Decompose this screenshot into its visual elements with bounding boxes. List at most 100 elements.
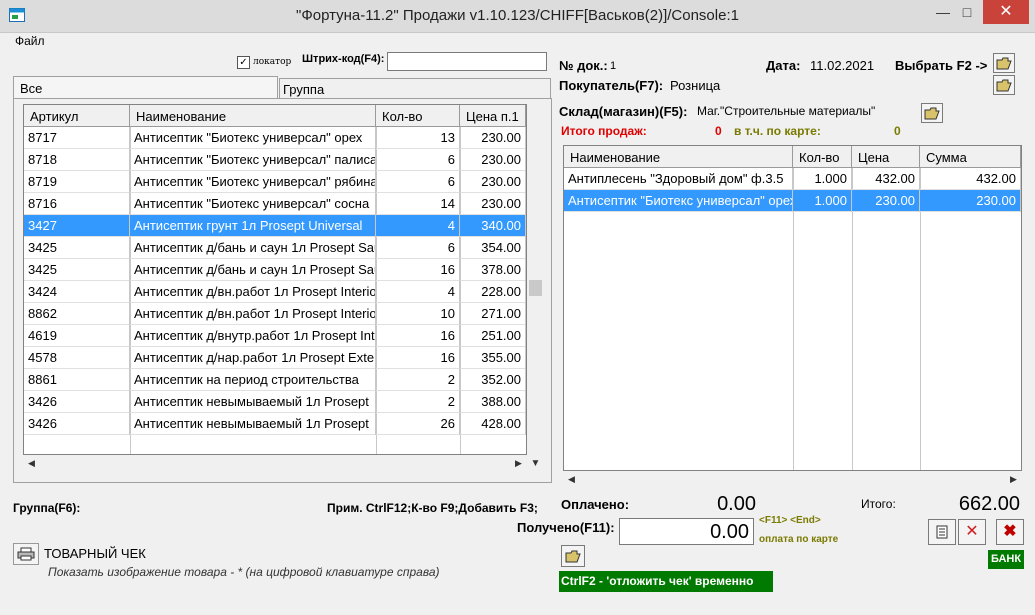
scroll-left-arrow-icon[interactable]: ◀ [563, 471, 580, 488]
table-cell: 388.00 [460, 391, 526, 413]
doc-number-value: 1 [610, 60, 617, 72]
received-label: Получено(F11): [517, 520, 615, 535]
table-cell: 16 [376, 259, 460, 281]
column-header[interactable]: Кол-во [793, 146, 852, 168]
deferred-folder-button[interactable] [561, 545, 585, 567]
table-cell: 271.00 [460, 303, 526, 325]
table-row[interactable]: 3425 Антисептик д/бань и саун 1л Prosept … [24, 237, 526, 259]
column-header[interactable]: Наименование [130, 105, 376, 127]
table-row[interactable]: 3425 Антисептик д/бань и саун 1л Prosept … [24, 259, 526, 281]
column-header[interactable]: Цена [852, 146, 920, 168]
table-cell: 8716 [24, 193, 130, 215]
window-title: "Фортуна-11.2" Продажи v1.10.123/CHIFF[В… [296, 7, 739, 24]
table-cell: 4578 [24, 347, 130, 369]
table-cell: 8718 [24, 149, 130, 171]
barcode-input[interactable] [387, 52, 547, 71]
scroll-left-arrow-icon[interactable]: ◀ [23, 455, 40, 472]
table-cell: Антисептик д/бань и саун 1л Prosept Saun… [130, 259, 376, 281]
table-row[interactable]: 3427 Антисептик грунт 1л Prosept Universa… [24, 215, 526, 237]
table-cell: 6 [376, 149, 460, 171]
table-row[interactable]: 8718 Антисептик "Биотекс универсал" палис… [24, 149, 526, 171]
maximize-button[interactable]: □ [950, 0, 984, 24]
table-cell: 1.000 [793, 168, 852, 190]
table-cell: Антисептик д/бань и саун 1л Prosept Saun… [130, 237, 376, 259]
receipt-table[interactable]: Наименование Кол-во Цена Сумма Антиплесень "… [563, 145, 1022, 471]
menu-file[interactable]: Файл [15, 34, 45, 48]
column-header[interactable]: Кол-во [376, 105, 460, 127]
locator-checkbox[interactable]: ✓ [237, 56, 250, 69]
table-row[interactable]: 8862 Антисептик д/вн.работ 1л Prosept Int… [24, 303, 526, 325]
locator-label: локатор [253, 57, 292, 67]
table-cell: 14 [376, 193, 460, 215]
products-table[interactable]: Артикул Наименование Кол-во Цена п.1 8717 Ант… [23, 104, 527, 455]
column-header[interactable]: Артикул [24, 105, 130, 127]
table-cell: 3424 [24, 281, 130, 303]
scroll-down-arrow-icon[interactable]: ▼ [527, 455, 544, 472]
barcode-label: Штрих-код(F4): [302, 53, 385, 65]
table-cell: 340.00 [460, 215, 526, 237]
table-cell: 6 [376, 237, 460, 259]
table-row[interactable]: 3426 Антисептик невымываемый 1л Prosept 2 3… [24, 391, 526, 413]
table-cell: 251.00 [460, 325, 526, 347]
scroll-right-arrow-icon[interactable]: ▶ [1005, 471, 1022, 488]
tab-all[interactable]: Все [13, 76, 278, 98]
table-row[interactable]: 8861 Антисептик на период строительства 2 3… [24, 369, 526, 391]
close-button[interactable]: ✕ [983, 0, 1029, 24]
table-row[interactable]: 4578 Антисептик д/нар.работ 1л Prosept Ex… [24, 347, 526, 369]
table-row[interactable]: 8717 Антисептик "Биотекс универсал" орех 1… [24, 127, 526, 149]
table-cell: 1.000 [793, 190, 852, 212]
choose-folder-button[interactable] [993, 53, 1015, 73]
table-row[interactable]: Антисептик "Биотекс универсал" орех 1.000… [564, 190, 1021, 212]
table-cell: Антисептик грунт 1л Prosept Universal [130, 215, 376, 237]
table-cell: Антисептик д/вн.работ 1л Prosept Interio… [130, 281, 376, 303]
column-header[interactable]: Сумма [920, 146, 1021, 168]
receipt-horizontal-scrollbar[interactable]: ◀ ▶ [563, 471, 1022, 488]
table-cell: Антисептик "Биотекс универсал" орех [130, 127, 376, 149]
table-cell: Антисептик "Биотекс универсал" сосна [130, 193, 376, 215]
open-folder-icon [996, 79, 1012, 92]
table-row[interactable]: 8719 Антисептик "Биотекс универсал" рябин… [24, 171, 526, 193]
table-cell: 378.00 [460, 259, 526, 281]
tab-group[interactable]: Группа [279, 78, 551, 99]
cancel-item-button[interactable]: ✕ [958, 519, 986, 545]
table-cell: 2 [376, 391, 460, 413]
table-row[interactable]: 3426 Антисептик невымываемый 1л Prosept 26… [24, 413, 526, 435]
table-cell: 4 [376, 215, 460, 237]
table-cell: 354.00 [460, 237, 526, 259]
table-cell: Антисептик "Биотекс универсал" орех [564, 190, 793, 212]
table-cell: Антисептик "Биотекс универсал" рябина [130, 171, 376, 193]
buyer-label: Покупатель(F7): [559, 78, 664, 93]
table-cell: 4619 [24, 325, 130, 347]
open-folder-icon [924, 107, 940, 120]
table-row[interactable]: 4619 Антисептик д/внутр.работ 1л Prosept … [24, 325, 526, 347]
choose-label: Выбрать F2 -> [895, 58, 988, 73]
products-horizontal-scrollbar[interactable]: ◀ ▶ [23, 455, 527, 472]
printer-icon [17, 547, 35, 561]
table-cell: 230.00 [460, 193, 526, 215]
table-row[interactable]: Антиплесень "Здоровый дом" ф.3.5 1.000 432… [564, 168, 1021, 190]
table-cell: 230.00 [920, 190, 1021, 212]
table-cell: 16 [376, 347, 460, 369]
delete-receipt-button[interactable]: ✖ [996, 519, 1024, 545]
buyer-folder-button[interactable] [993, 75, 1015, 95]
table-cell: Антисептик невымываемый 1л Prosept [130, 391, 376, 413]
table-row[interactable]: 3424 Антисептик д/вн.работ 1л Prosept Int… [24, 281, 526, 303]
products-vertical-scrollbar[interactable] [527, 104, 544, 455]
goods-check-label[interactable]: ТОВАРНЫЙ ЧЕК [44, 546, 146, 561]
bank-button[interactable]: БАНК [988, 550, 1024, 569]
table-row[interactable]: 8716 Антисептик "Биотекс универсал" сосна… [24, 193, 526, 215]
scrollbar-thumb[interactable] [529, 280, 542, 296]
goods-check-button[interactable] [13, 543, 39, 565]
column-header[interactable]: Наименование [564, 146, 793, 168]
print-receipt-button[interactable] [928, 519, 956, 545]
scroll-right-arrow-icon[interactable]: ▶ [510, 455, 527, 472]
column-header[interactable]: Цена п.1 [460, 105, 526, 127]
defer-receipt-banner[interactable]: CtrlF2 - 'отложить чек' временно [559, 571, 773, 592]
received-input[interactable]: 0.00 [619, 518, 754, 545]
table-cell: 6 [376, 171, 460, 193]
document-icon [936, 525, 948, 539]
table-cell: 428.00 [460, 413, 526, 435]
paid-value: 0.00 [717, 493, 756, 515]
table-cell: 16 [376, 325, 460, 347]
store-folder-button[interactable] [921, 103, 943, 123]
